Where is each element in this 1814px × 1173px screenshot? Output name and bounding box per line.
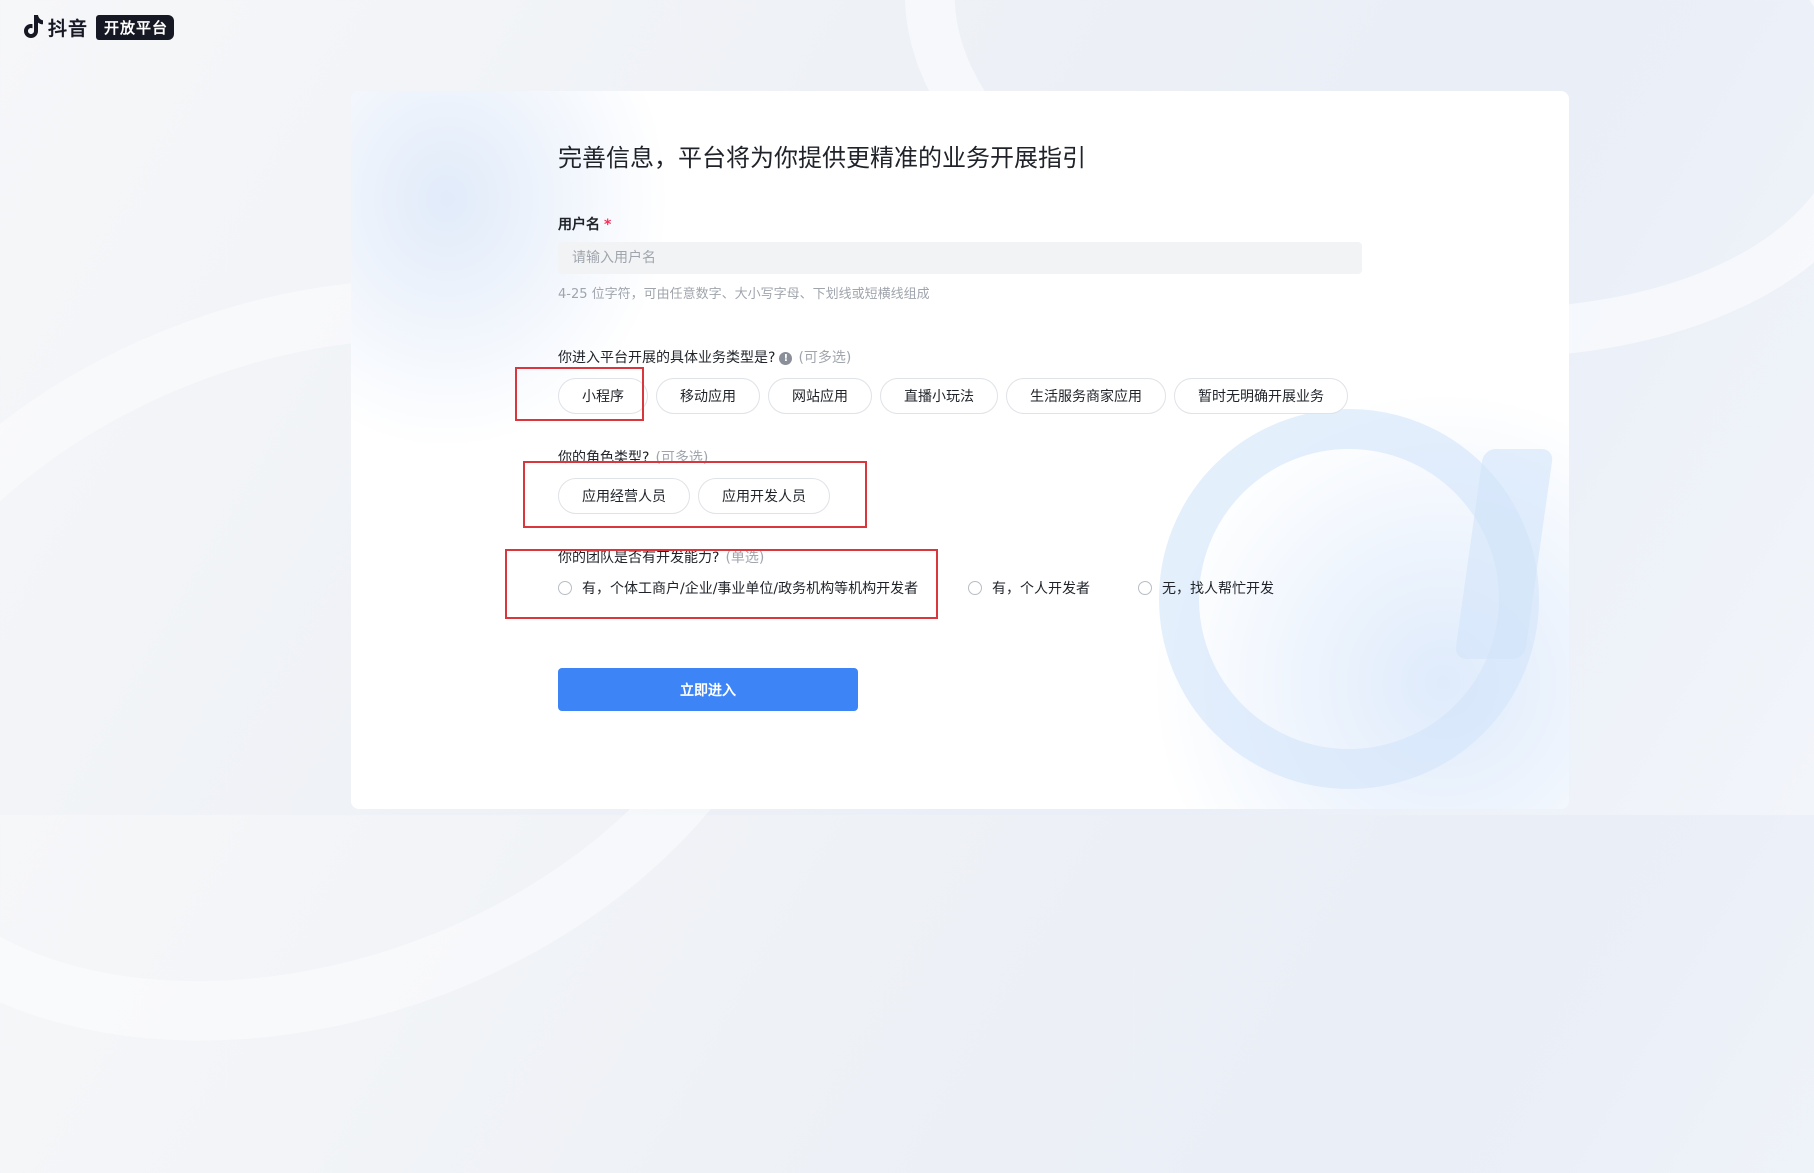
role-type-label: 你的角色类型? (可多选) bbox=[558, 447, 708, 467]
dev-ability-hint: (单选) bbox=[725, 550, 765, 566]
radio-label: 有，个人开发者 bbox=[992, 581, 1090, 597]
enter-now-button[interactable]: 立即进入 bbox=[558, 668, 858, 711]
chip-label: 暂时无明确开展业务 bbox=[1198, 389, 1324, 405]
business-type-label: 你进入平台开展的具体业务类型是?! (可多选) bbox=[558, 347, 851, 367]
brand-logo[interactable]: 抖音 开放平台 bbox=[22, 12, 175, 42]
chip-local-service-merchant-app[interactable]: 生活服务商家应用 bbox=[1006, 378, 1166, 414]
radio-circle[interactable] bbox=[558, 581, 572, 595]
chip-app-developer[interactable]: 应用开发人员 bbox=[698, 478, 830, 514]
radio-individual-developer[interactable]: 有，个人开发者 bbox=[968, 578, 1090, 598]
chip-app-operator[interactable]: 应用经营人员 bbox=[558, 478, 690, 514]
username-helper-text: 4-25 位字符，可由任意数字、大小写字母、下划线或短横线组成 bbox=[558, 287, 930, 302]
radio-label: 无，找人帮忙开发 bbox=[1162, 581, 1274, 597]
form-card bbox=[351, 91, 1569, 809]
username-label: 用户名 * bbox=[558, 214, 611, 234]
business-type-hint: (可多选) bbox=[798, 350, 852, 366]
required-mark: * bbox=[604, 217, 612, 233]
info-icon[interactable]: ! bbox=[779, 351, 793, 365]
radio-no-dev-ability[interactable]: 无，找人帮忙开发 bbox=[1138, 578, 1274, 598]
chip-label: 移动应用 bbox=[680, 389, 736, 405]
brand-name: 抖音 bbox=[48, 17, 89, 40]
chip-label: 生活服务商家应用 bbox=[1030, 389, 1142, 405]
brand-tag: 开放平台 bbox=[96, 14, 175, 40]
chip-label: 应用经营人员 bbox=[582, 489, 666, 505]
page-title: 完善信息，平台将为你提供更精准的业务开展指引 bbox=[558, 144, 1086, 172]
chip-no-clear-business[interactable]: 暂时无明确开展业务 bbox=[1174, 378, 1348, 414]
douyin-note-icon bbox=[24, 15, 43, 38]
chip-label: 直播小玩法 bbox=[904, 389, 974, 405]
username-input[interactable] bbox=[558, 242, 1362, 274]
chip-mobile-app[interactable]: 移动应用 bbox=[656, 378, 760, 414]
username-label-text: 用户名 bbox=[558, 217, 600, 233]
radio-circle[interactable] bbox=[968, 581, 982, 595]
chip-mini-program[interactable]: 小程序 bbox=[558, 378, 648, 414]
role-type-hint: (可多选) bbox=[655, 450, 709, 466]
chip-live-mini-game[interactable]: 直播小玩法 bbox=[880, 378, 998, 414]
dev-ability-label-text: 你的团队是否有开发能力? bbox=[558, 550, 720, 566]
radio-circle[interactable] bbox=[1138, 581, 1152, 595]
radio-org-developer[interactable]: 有，个体工商户/企业/事业单位/政务机构等机构开发者 bbox=[558, 578, 918, 598]
dev-ability-label: 你的团队是否有开发能力? (单选) bbox=[558, 547, 764, 567]
chip-label: 应用开发人员 bbox=[722, 489, 806, 505]
chip-label: 小程序 bbox=[582, 389, 624, 405]
role-type-label-text: 你的角色类型? bbox=[558, 450, 650, 466]
radio-label: 有，个体工商户/企业/事业单位/政务机构等机构开发者 bbox=[582, 581, 919, 597]
chip-website-app[interactable]: 网站应用 bbox=[768, 378, 872, 414]
business-type-label-text: 你进入平台开展的具体业务类型是? bbox=[558, 350, 776, 366]
chip-label: 网站应用 bbox=[792, 389, 848, 405]
